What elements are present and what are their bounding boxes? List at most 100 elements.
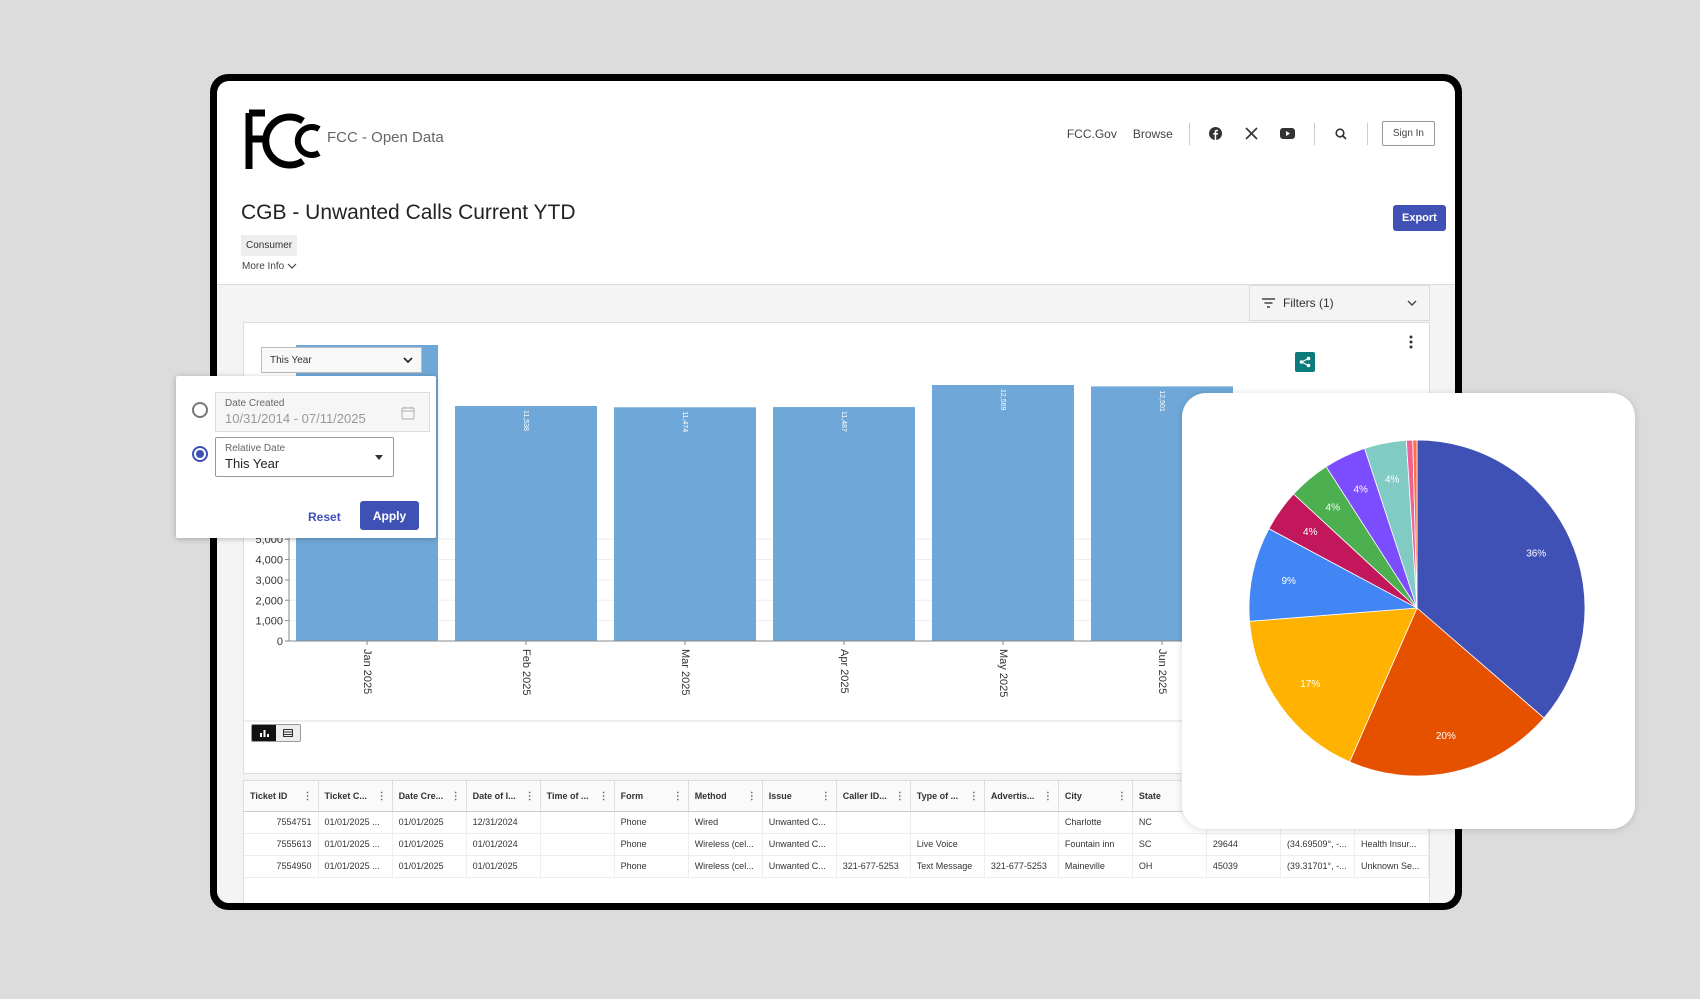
column-menu-icon[interactable]: ⋮	[1117, 791, 1127, 802]
column-menu-icon[interactable]: ⋮	[969, 791, 979, 802]
x-tick-label: May 2025	[997, 649, 1009, 697]
column-header-label: State	[1138, 790, 1161, 801]
y-tick-label: 4,000	[255, 555, 283, 567]
column-header[interactable]: Form ⋮	[614, 781, 689, 812]
table-cell: 29644	[1206, 833, 1281, 856]
table-cell: 321-677-5253	[984, 855, 1059, 878]
column-menu-icon[interactable]: ⋮	[303, 791, 313, 802]
column-header[interactable]: City ⋮	[1058, 781, 1133, 812]
table-cell	[836, 811, 911, 834]
table-cell: Unknown Se...	[1354, 855, 1430, 878]
nav-browse-link[interactable]: Browse	[1125, 127, 1181, 141]
table-cell	[540, 833, 615, 856]
site-name: FCC - Open Data	[327, 129, 444, 146]
x-twitter-icon[interactable]	[1234, 127, 1270, 140]
export-button[interactable]: Export	[1393, 205, 1446, 231]
pie-slice-label: 4%	[1353, 485, 1368, 496]
table-cell: 45039	[1206, 855, 1281, 878]
bar[interactable]	[773, 407, 915, 641]
bar[interactable]	[455, 405, 597, 641]
more-options-icon[interactable]	[1409, 335, 1413, 349]
column-header[interactable]: Ticket ID ⋮	[244, 781, 319, 812]
x-tick-label: Jun 2025	[1156, 649, 1168, 694]
table-view-icon[interactable]	[276, 725, 300, 741]
table-cell	[540, 811, 615, 834]
table-cell: Maineville	[1058, 855, 1133, 878]
table-cell: 01/01/2025	[392, 855, 467, 878]
column-menu-icon[interactable]: ⋮	[821, 791, 831, 802]
column-header[interactable]: Date of I... ⋮	[466, 781, 541, 812]
category-tag[interactable]: Consumer	[241, 235, 298, 256]
column-menu-icon[interactable]: ⋮	[895, 791, 905, 802]
table-cell	[910, 811, 985, 834]
date-created-radio[interactable]	[192, 402, 208, 418]
bar-value-label: 11,474	[681, 411, 688, 432]
nav-fccgov-link[interactable]: FCC.Gov	[1059, 127, 1125, 141]
date-created-field: Date Created 10/31/2014 - 07/11/2025	[215, 392, 430, 432]
column-header[interactable]: Ticket C... ⋮	[318, 781, 393, 812]
table-cell: Phone	[614, 855, 689, 878]
column-header[interactable]: Time of ... ⋮	[540, 781, 615, 812]
pie-chart: 36% 20% 17% 9% 4% 4% 4% 4%	[1248, 439, 1586, 777]
date-range-value: This Year	[270, 354, 312, 366]
bar[interactable]	[614, 407, 756, 641]
nav-divider	[1313, 122, 1315, 145]
column-menu-icon[interactable]: ⋮	[525, 791, 535, 802]
column-header[interactable]: Type of ... ⋮	[910, 781, 985, 812]
relative-date-label: Relative Date	[225, 443, 286, 454]
table-cell: 01/01/2025	[392, 811, 467, 834]
table-cell: 321-677-5253	[836, 855, 911, 878]
column-menu-icon[interactable]: ⋮	[377, 791, 387, 802]
apply-button[interactable]: Apply	[360, 501, 419, 530]
bar-value-label: 11,538	[522, 410, 529, 431]
bar-value-label: 12,501	[1158, 390, 1165, 412]
x-tick-label: Apr 2025	[838, 649, 850, 694]
x-tick-label: Feb 2025	[520, 649, 532, 695]
column-menu-icon[interactable]: ⋮	[673, 791, 683, 802]
youtube-icon[interactable]	[1270, 128, 1306, 139]
column-menu-icon[interactable]: ⋮	[451, 791, 461, 802]
x-tick-label: Jan 2025	[361, 649, 373, 694]
table-cell	[984, 811, 1059, 834]
table-row[interactable]: 7555613 01/01/2025 ... 01/01/2025 01/01/202…	[244, 833, 1430, 856]
table-cell: Charlotte	[1058, 811, 1133, 834]
sign-in-button[interactable]: Sign In	[1381, 121, 1435, 146]
dataset-title: CGB - Unwanted Calls Current YTD	[241, 201, 576, 224]
share-button[interactable]	[1295, 352, 1315, 372]
column-menu-icon[interactable]: ⋮	[747, 791, 757, 802]
column-header-label: Time of ...	[546, 790, 589, 801]
top-navigation: FCC.Gov Browse Sign In	[1059, 121, 1435, 146]
table-cell: Phone	[614, 811, 689, 834]
filters-toggle[interactable]: Filters (1)	[1249, 285, 1430, 321]
bar[interactable]	[932, 385, 1074, 641]
more-info-toggle[interactable]: More Info	[242, 261, 297, 272]
table-cell: 01/01/2024	[466, 833, 541, 856]
reset-button[interactable]: Reset	[308, 510, 341, 524]
column-header-label: City	[1064, 790, 1082, 801]
table-row[interactable]: 7554950 01/01/2025 ... 01/01/2025 01/01/202…	[244, 855, 1430, 878]
more-info-label: More Info	[242, 261, 285, 272]
table-cell	[836, 833, 911, 856]
chart-view-icon[interactable]	[252, 725, 276, 741]
facebook-icon[interactable]	[1198, 127, 1234, 140]
column-header[interactable]: Issue ⋮	[762, 781, 837, 812]
column-header[interactable]: Method ⋮	[688, 781, 763, 812]
column-menu-icon[interactable]: ⋮	[1043, 791, 1053, 802]
search-icon[interactable]	[1323, 127, 1359, 140]
view-toggle[interactable]	[251, 724, 301, 742]
column-header[interactable]: Advertis... ⋮	[984, 781, 1059, 812]
fcc-logo[interactable]	[245, 109, 323, 173]
relative-date-select[interactable]: Relative Date This Year	[215, 437, 394, 477]
relative-date-value: This Year	[225, 456, 280, 471]
column-menu-icon[interactable]: ⋮	[599, 791, 609, 802]
table-cell: (39.31701°, -...	[1280, 855, 1355, 878]
date-range-select[interactable]: This Year	[261, 347, 422, 373]
table-cell: 01/01/2025	[466, 855, 541, 878]
column-header[interactable]: Caller ID... ⋮	[836, 781, 911, 812]
column-header-label: Method	[694, 790, 727, 801]
column-header[interactable]: Date Cre... ⋮	[392, 781, 467, 812]
column-header-label: Date Cre...	[398, 790, 444, 801]
column-header-label: Caller ID...	[842, 790, 887, 801]
table-cell: 01/01/2025	[392, 833, 467, 856]
relative-date-radio[interactable]	[192, 446, 208, 462]
